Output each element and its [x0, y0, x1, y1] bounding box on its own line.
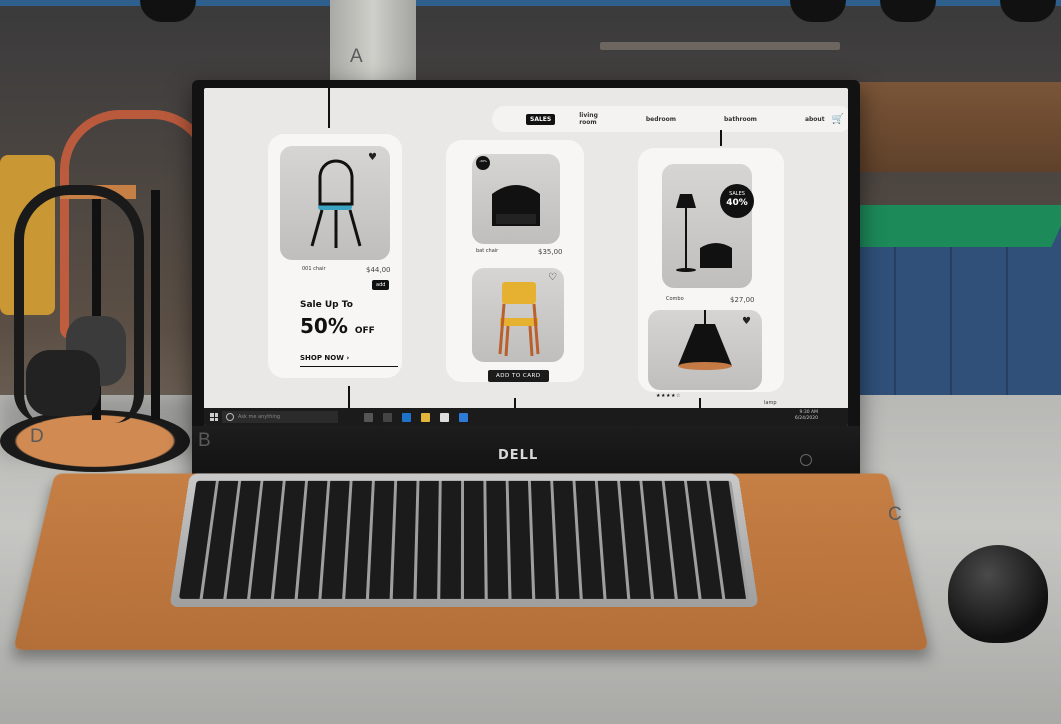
callout-label-b: B: [198, 430, 211, 451]
product-price: $27,00: [730, 296, 755, 304]
add-to-card-button[interactable]: ADD TO CARD: [488, 370, 549, 382]
search-placeholder: Ask me anything: [238, 414, 281, 420]
power-button-icon[interactable]: [800, 454, 812, 466]
edge-browser-icon[interactable]: [402, 412, 411, 422]
product-name: Combo: [666, 296, 684, 302]
callout-label-d: D: [30, 426, 44, 447]
product-price: $44,00: [366, 266, 391, 274]
keyboard-keys[interactable]: [178, 480, 750, 599]
guide-line: [328, 88, 330, 128]
favorite-heart-icon[interactable]: ♥: [742, 316, 751, 327]
clock-date: 6/24/2020: [794, 416, 818, 421]
photo-scene: SALES living room bedroom bathroom about…: [0, 0, 1061, 724]
mic-icon[interactable]: [364, 412, 373, 422]
product-name: lamp: [764, 400, 777, 406]
pendant-lamp: [1000, 0, 1056, 22]
mouse[interactable]: [948, 545, 1048, 643]
nav-sales[interactable]: SALES: [526, 113, 556, 125]
favorite-heart-outline-icon[interactable]: ♡: [548, 272, 557, 283]
product-card: -20% bat chair $35,00 ♡ ADD TO CARD: [446, 140, 584, 382]
callout-label-c: C: [888, 504, 902, 525]
sale-badge: SALES 40%: [720, 184, 754, 218]
monitor: SALES living room bedroom bathroom about…: [192, 80, 860, 490]
discount-badge: -20%: [476, 156, 490, 170]
nav-about[interactable]: about: [805, 116, 825, 123]
keyboard[interactable]: [169, 473, 759, 608]
taskbar-search-input[interactable]: Ask me anything: [222, 411, 338, 423]
clock-time: 9:30 AM: [799, 410, 819, 415]
cart-icon[interactable]: 🛒: [832, 114, 844, 125]
wall-shelf: [600, 42, 840, 50]
taskbar-clock[interactable]: 9:30 AM 6/24/2020: [795, 410, 818, 422]
pendant-lamp: [790, 0, 846, 22]
promo-percent-value: 50%: [300, 314, 348, 338]
callout-label-a: A: [350, 46, 363, 67]
windows-start-icon[interactable]: [210, 413, 218, 421]
guide-line: [348, 386, 350, 408]
mail-icon[interactable]: [459, 412, 468, 422]
concrete-pillar: [330, 0, 416, 90]
storage-boxes-lids: [835, 205, 1061, 247]
chevron-right-icon: ›: [346, 354, 350, 362]
nav-living-room[interactable]: living room: [579, 112, 598, 126]
file-explorer-icon[interactable]: [421, 412, 430, 422]
pendant-lamp: [140, 0, 196, 22]
pendant-lamp: [880, 0, 936, 22]
windows-taskbar: Ask me anything 9:30 AM 6/24/2020: [204, 408, 848, 426]
task-view-icon[interactable]: [383, 412, 392, 422]
store-icon[interactable]: [440, 412, 449, 422]
product-price: $35,00: [538, 248, 563, 256]
monitor-screen: SALES living room bedroom bathroom about…: [204, 88, 848, 426]
product-card: ♥ 001 chair $44,00 add Sale Up To 50% OF…: [268, 134, 402, 378]
dell-logo: DELL: [498, 448, 539, 463]
cortana-circle-icon: [226, 413, 234, 421]
floor-lamp-icon: [676, 194, 732, 272]
promo-off: OFF: [354, 326, 375, 336]
shop-now-label: SHOP NOW: [300, 354, 344, 362]
favorite-heart-icon[interactable]: ♥: [368, 152, 377, 163]
sale-badge-value: 40%: [726, 198, 748, 208]
product-image-combo[interactable]: [662, 164, 752, 288]
product-name: bat chair: [476, 248, 499, 254]
nav-bathroom[interactable]: bathroom: [724, 116, 757, 123]
product-name: 001 chair: [302, 266, 326, 272]
add-button[interactable]: add: [372, 280, 390, 290]
headphones-earcup: [26, 350, 100, 416]
product-image-chair[interactable]: [280, 146, 390, 260]
chair-icon: [310, 159, 362, 248]
rating-stars: ★★★★☆: [656, 393, 681, 399]
shop-now-link[interactable]: SHOP NOW ›: [300, 354, 398, 367]
shop-nav-bar: SALES living room bedroom bathroom about…: [492, 106, 848, 132]
nav-bedroom[interactable]: bedroom: [646, 116, 676, 123]
sale-badge-label: SALES: [729, 191, 745, 197]
promo-heading: Sale Up To: [300, 300, 353, 310]
promo-percent: 50% OFF: [300, 314, 375, 338]
guide-line: [720, 130, 722, 146]
